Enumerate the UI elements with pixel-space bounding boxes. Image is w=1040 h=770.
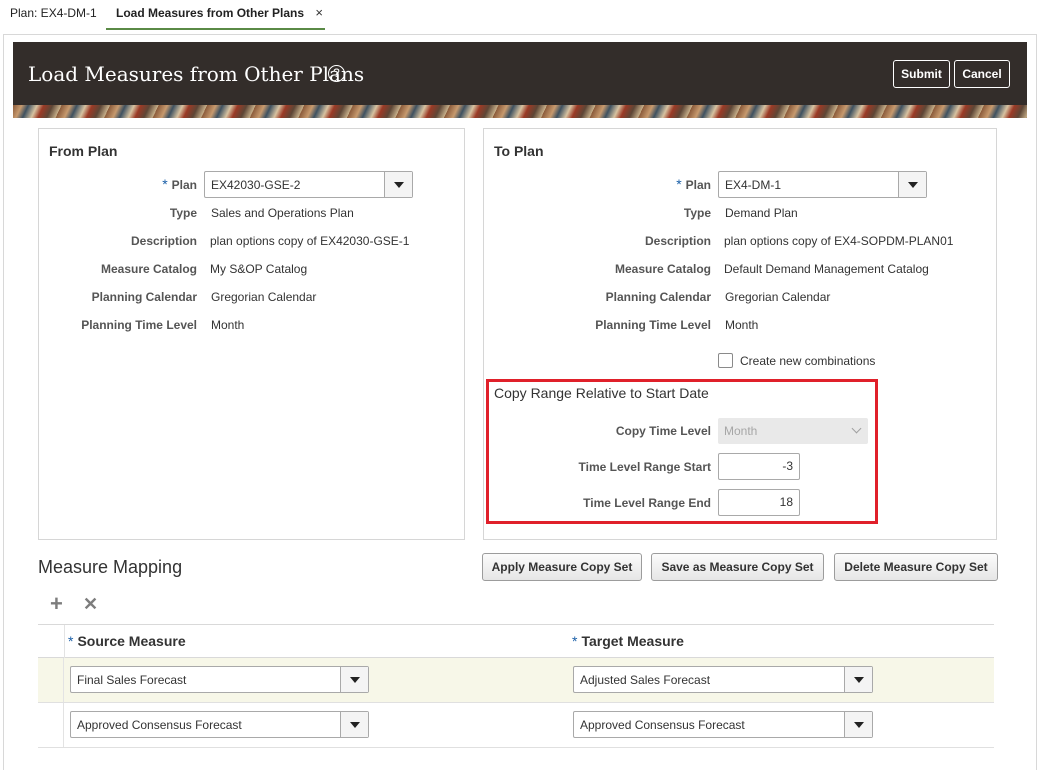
mapping-table-header: * Source Measure * Target Measure bbox=[38, 624, 994, 658]
caret-down-icon bbox=[350, 722, 360, 728]
copy-time-level-select: Month bbox=[718, 418, 868, 444]
measure-mapping-title: Measure Mapping bbox=[38, 557, 183, 577]
delete-icon[interactable]: ✕ bbox=[83, 594, 98, 614]
from-time-level-label: Planning Time Level bbox=[81, 318, 197, 332]
to-plan-dropdown-button[interactable] bbox=[898, 172, 926, 197]
required-marker: * bbox=[572, 633, 578, 649]
cancel-button[interactable]: Cancel bbox=[954, 60, 1010, 88]
source-measure-dropdown-button[interactable] bbox=[340, 712, 368, 737]
from-time-level-value: Month bbox=[211, 318, 245, 332]
to-type-label: Type bbox=[683, 206, 711, 220]
save-measure-copy-set-button[interactable]: Save as Measure Copy Set bbox=[651, 553, 824, 581]
from-plan-dropdown-button[interactable] bbox=[384, 172, 412, 197]
from-description-value: plan options copy of EX42030-GSE-1 bbox=[210, 234, 410, 248]
copy-time-level-value: Month bbox=[724, 424, 758, 438]
to-catalog-label: Measure Catalog bbox=[614, 262, 711, 276]
tab-plan[interactable]: Plan: EX4-DM-1 bbox=[4, 0, 103, 30]
copy-time-level-label: Copy Time Level bbox=[615, 424, 711, 438]
target-measure-dropdown-button[interactable] bbox=[844, 667, 872, 692]
from-plan-label-text: Plan bbox=[171, 178, 197, 192]
from-calendar-label: Planning Calendar bbox=[91, 290, 197, 304]
to-plan-label-text: Plan bbox=[685, 178, 711, 192]
range-start-input[interactable]: -3 bbox=[718, 453, 800, 480]
create-combinations-label: Create new combinations bbox=[740, 354, 876, 368]
submit-button[interactable]: Submit bbox=[893, 60, 950, 88]
to-catalog-value: Default Demand Management Catalog bbox=[724, 262, 929, 276]
page-header: Load Measures from Other Plans ? Submit … bbox=[13, 42, 1027, 118]
from-plan-label: * Plan bbox=[140, 176, 197, 192]
from-plan-select[interactable]: EX42030-GSE-2 bbox=[204, 171, 413, 198]
target-measure-value: Approved Consensus Forecast bbox=[580, 718, 745, 732]
to-plan-select[interactable]: EX4-DM-1 bbox=[718, 171, 927, 198]
from-type-label: Type bbox=[169, 206, 197, 220]
target-measure-select[interactable]: Adjusted Sales Forecast bbox=[573, 666, 873, 693]
target-measure-select[interactable]: Approved Consensus Forecast bbox=[573, 711, 873, 738]
source-measure-dropdown-button[interactable] bbox=[340, 667, 368, 692]
from-plan-select-value: EX42030-GSE-2 bbox=[211, 178, 301, 192]
to-time-level-value: Month bbox=[725, 318, 759, 332]
apply-measure-copy-set-button[interactable]: Apply Measure Copy Set bbox=[482, 553, 642, 581]
add-icon[interactable]: + bbox=[50, 593, 63, 615]
caret-down-icon bbox=[394, 182, 404, 188]
row-header[interactable] bbox=[38, 703, 64, 747]
table-row[interactable]: Final Sales Forecast Adjusted Sales Fore… bbox=[38, 658, 994, 703]
close-icon[interactable]: × bbox=[315, 0, 323, 26]
row-header-divider bbox=[64, 625, 65, 658]
to-description-label: Description bbox=[644, 234, 711, 248]
required-marker: * bbox=[676, 176, 682, 192]
source-measure-header-text: Source Measure bbox=[77, 633, 186, 649]
target-measure-header-text: Target Measure bbox=[581, 633, 684, 649]
source-measure-value: Approved Consensus Forecast bbox=[77, 718, 242, 732]
tab-load-measures-label: Load Measures from Other Plans bbox=[116, 6, 305, 20]
target-measure-header: * Target Measure bbox=[572, 633, 684, 649]
from-catalog-label: Measure Catalog bbox=[100, 262, 197, 276]
tab-bar: Plan: EX4-DM-1 Load Measures from Other … bbox=[0, 0, 1040, 32]
from-catalog-value: My S&OP Catalog bbox=[210, 262, 308, 276]
to-time-level-label: Planning Time Level bbox=[595, 318, 711, 332]
from-plan-title: From Plan bbox=[49, 143, 118, 159]
source-measure-value: Final Sales Forecast bbox=[77, 673, 187, 687]
range-end-input[interactable]: 18 bbox=[718, 489, 800, 516]
create-combinations-checkbox[interactable] bbox=[718, 353, 733, 368]
caret-down-icon bbox=[908, 182, 918, 188]
help-icon[interactable]: ? bbox=[328, 65, 345, 82]
source-measure-select[interactable]: Final Sales Forecast bbox=[70, 666, 369, 693]
row-header[interactable] bbox=[38, 658, 64, 702]
range-end-label: Time Level Range End bbox=[583, 496, 711, 510]
to-description-value: plan options copy of EX4-SOPDM-PLAN01 bbox=[724, 234, 954, 248]
caret-down-icon bbox=[854, 722, 864, 728]
caret-down-icon bbox=[350, 677, 360, 683]
from-type-value: Sales and Operations Plan bbox=[211, 206, 354, 220]
to-plan-select-value: EX4-DM-1 bbox=[725, 178, 782, 192]
range-start-label: Time Level Range Start bbox=[578, 460, 712, 474]
target-measure-dropdown-button[interactable] bbox=[844, 712, 872, 737]
page-title: Load Measures from Other Plans bbox=[28, 62, 365, 86]
target-measure-value: Adjusted Sales Forecast bbox=[580, 673, 711, 687]
to-plan-label: * Plan bbox=[654, 176, 711, 192]
required-marker: * bbox=[162, 176, 168, 192]
chevron-down-icon bbox=[851, 423, 862, 434]
to-calendar-value: Gregorian Calendar bbox=[725, 290, 831, 304]
caret-down-icon bbox=[854, 677, 864, 683]
from-calendar-value: Gregorian Calendar bbox=[211, 290, 317, 304]
copy-range-title: Copy Range Relative to Start Date bbox=[494, 385, 709, 401]
source-measure-select[interactable]: Approved Consensus Forecast bbox=[70, 711, 369, 738]
source-measure-header: * Source Measure bbox=[68, 633, 186, 649]
header-decoration bbox=[13, 105, 1027, 118]
table-row[interactable]: Approved Consensus Forecast Approved Con… bbox=[38, 703, 994, 748]
tab-load-measures[interactable]: Load Measures from Other Plans × bbox=[106, 0, 325, 30]
from-description-label: Description bbox=[130, 234, 197, 248]
required-marker: * bbox=[68, 633, 74, 649]
to-plan-title: To Plan bbox=[494, 143, 544, 159]
to-calendar-label: Planning Calendar bbox=[605, 290, 711, 304]
to-type-value: Demand Plan bbox=[725, 206, 798, 220]
delete-measure-copy-set-button[interactable]: Delete Measure Copy Set bbox=[834, 553, 998, 581]
